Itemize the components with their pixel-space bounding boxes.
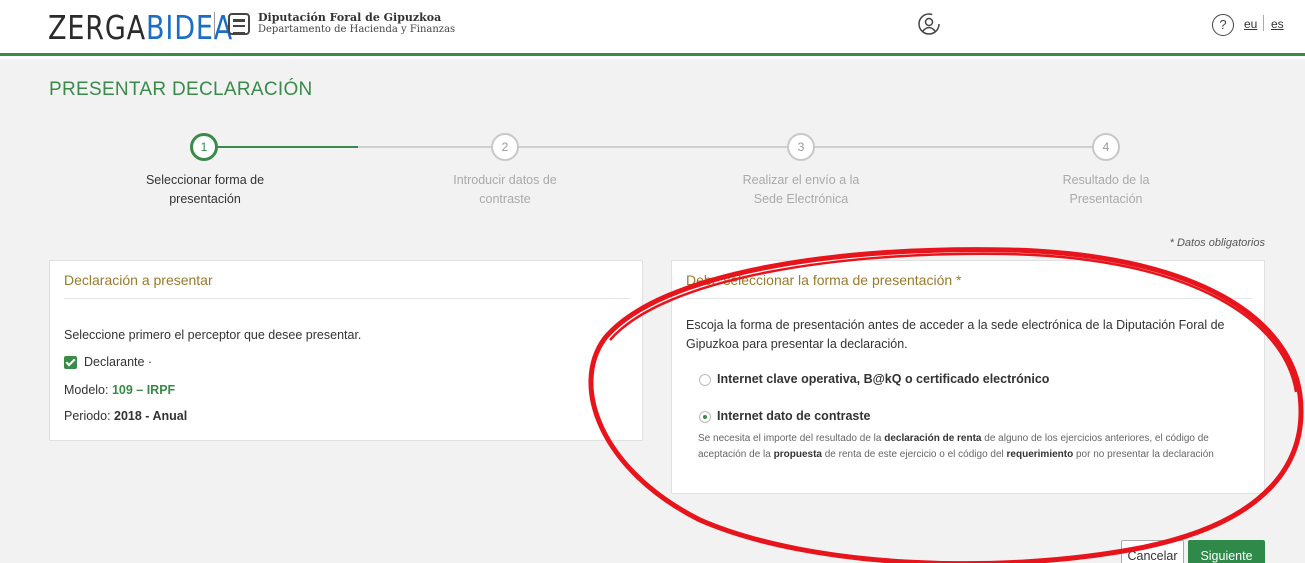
cancel-button[interactable]: Cancelar xyxy=(1121,540,1184,563)
declarant-checkbox[interactable] xyxy=(64,356,77,369)
presentation-panel-title: Debe seleccionar la forma de presentació… xyxy=(686,272,962,288)
instruction-text: Seleccione primero el perceptor que dese… xyxy=(64,328,362,342)
lang-eu-link[interactable]: eu xyxy=(1244,17,1257,31)
periodo-row: Periodo: 2018 - Anual xyxy=(64,409,188,423)
next-button[interactable]: Siguiente xyxy=(1188,540,1265,563)
step-3-circle: 3 xyxy=(787,133,815,161)
lang-divider xyxy=(1263,15,1264,31)
presentation-form-panel: Debe seleccionar la forma de presentació… xyxy=(671,260,1265,494)
option-contraste-radio[interactable] xyxy=(699,411,711,423)
required-note: * Datos obligatorios xyxy=(1169,237,1265,249)
option-contraste-label[interactable]: Internet dato de contraste xyxy=(717,409,871,423)
main-content: PRESENTAR DECLARACIÓN 1 2 3 4 Selecciona… xyxy=(0,59,1305,563)
option-clave-label[interactable]: Internet clave operativa, B@kQ o certifi… xyxy=(717,372,1049,386)
lang-es-link[interactable]: es xyxy=(1271,17,1284,31)
contraste-help-note: Se necesita el importe del resultado de … xyxy=(698,433,1214,460)
step-1-circle: 1 xyxy=(190,133,218,161)
step-4-circle: 4 xyxy=(1092,133,1120,161)
option-clave-radio[interactable] xyxy=(699,374,711,386)
step-1-label: Seleccionar forma de presentación xyxy=(145,173,265,206)
modelo-row: Modelo: 109 – IRPF xyxy=(64,383,176,397)
declaration-panel-title: Declaración a presentar xyxy=(64,272,213,288)
panel-divider xyxy=(64,298,630,299)
zergabidea-logo[interactable]: ZERGABIDEA xyxy=(48,8,233,47)
step-line-progress xyxy=(218,146,358,148)
presentation-intro: Escoja la forma de presentación antes de… xyxy=(686,318,1225,351)
logo-divider xyxy=(214,12,215,38)
org-title: Diputación Foral de Gipuzkoa xyxy=(258,11,442,24)
step-line-remaining xyxy=(358,146,1108,148)
top-header: ZERGABIDEA Diputación Foral de Gipuzkoa … xyxy=(0,0,1305,56)
page-title: PRESENTAR DECLARACIÓN xyxy=(49,79,313,100)
step-3-label: Realizar el envío a la Sede Electrónica xyxy=(742,173,860,206)
declarant-label: Declarante · xyxy=(84,355,153,369)
user-icon[interactable] xyxy=(916,11,942,37)
seal-icon xyxy=(228,13,250,35)
org-subtitle: Departamento de Hacienda y Finanzas xyxy=(258,24,456,35)
help-icon[interactable]: ? xyxy=(1212,14,1234,36)
step-4-label: Resultado de la Presentación xyxy=(1062,173,1150,206)
declaration-panel: Declaración a presentar Seleccione prime… xyxy=(49,260,643,441)
step-2-circle: 2 xyxy=(491,133,519,161)
step-2-label: Introducir datos de contraste xyxy=(453,173,557,206)
panel-divider xyxy=(686,298,1252,299)
